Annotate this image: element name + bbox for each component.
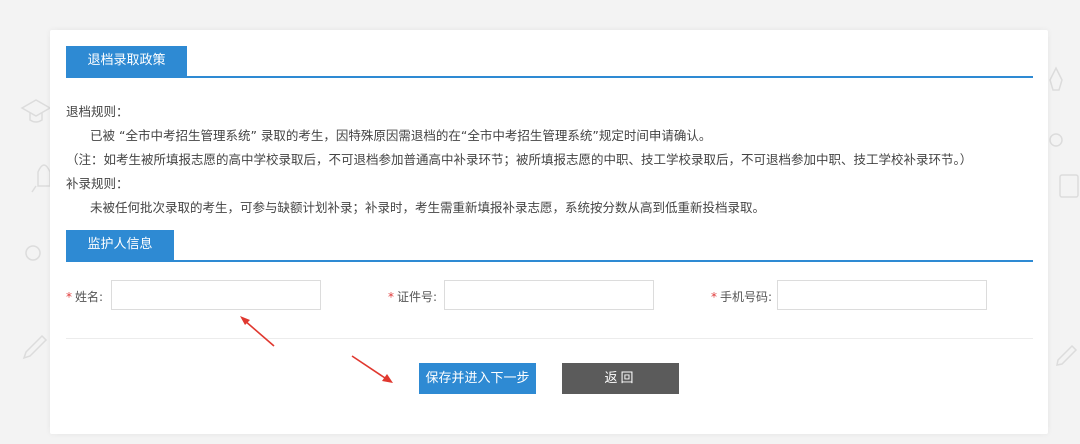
main-card: 退档录取政策 退档规则： 已被 “全市中考招生管理系统” 录取的考生，因特殊原因… bbox=[50, 30, 1048, 434]
withdraw-rule-note: （注：如考生被所填报志愿的高中学校录取后，不可退档参加普通高中补录环节；被所填报… bbox=[66, 152, 973, 167]
id-field-group: * 证件号: bbox=[388, 280, 654, 312]
back-button[interactable]: 返回 bbox=[562, 363, 679, 394]
gear-icon-right bbox=[1049, 133, 1063, 147]
graduation-cap-icon bbox=[20, 99, 52, 123]
supplement-rule-heading: 补录规则： bbox=[66, 176, 129, 191]
name-field-group: * 姓名: bbox=[66, 280, 321, 312]
guardian-form: * 姓名: * 证件号: * 手机号码: bbox=[66, 280, 1026, 316]
rules-block: 退档规则： 已被 “全市中考招生管理系统” 录取的考生，因特殊原因需退档的在“全… bbox=[66, 100, 1026, 220]
id-number-label: * 证件号: bbox=[388, 289, 438, 304]
book-icon bbox=[1059, 174, 1079, 198]
name-input[interactable] bbox=[111, 280, 321, 310]
pencil-icon bbox=[22, 334, 48, 360]
gear-icon bbox=[25, 245, 41, 261]
name-label: * 姓名: bbox=[66, 289, 104, 304]
required-mark: * bbox=[66, 289, 72, 304]
id-number-input[interactable] bbox=[444, 280, 654, 310]
phone-input[interactable] bbox=[777, 280, 987, 310]
pencil-icon-right bbox=[1056, 344, 1078, 366]
phone-field-group: * 手机号码: bbox=[711, 280, 987, 312]
phone-label: * 手机号码: bbox=[711, 289, 773, 304]
required-mark: * bbox=[388, 289, 394, 304]
form-divider bbox=[66, 338, 1033, 339]
policy-section-title: 退档录取政策 bbox=[66, 46, 187, 76]
save-next-button[interactable]: 保存并进入下一步 bbox=[419, 363, 536, 394]
flask-icon bbox=[1049, 66, 1063, 91]
withdraw-rule-heading: 退档规则： bbox=[66, 104, 129, 119]
guardian-section-header: 监护人信息 bbox=[66, 230, 1033, 262]
supplement-rule-text: 未被任何批次录取的考生，可参与缺额计划补录；补录时，考生需重新填报补录志愿，系统… bbox=[90, 200, 766, 215]
required-mark: * bbox=[711, 289, 717, 304]
withdraw-rule-text: 已被 “全市中考招生管理系统” 录取的考生，因特殊原因需退档的在“全市中考招生管… bbox=[90, 128, 712, 143]
policy-section-header: 退档录取政策 bbox=[66, 46, 1033, 78]
guardian-section-title: 监护人信息 bbox=[66, 230, 174, 260]
